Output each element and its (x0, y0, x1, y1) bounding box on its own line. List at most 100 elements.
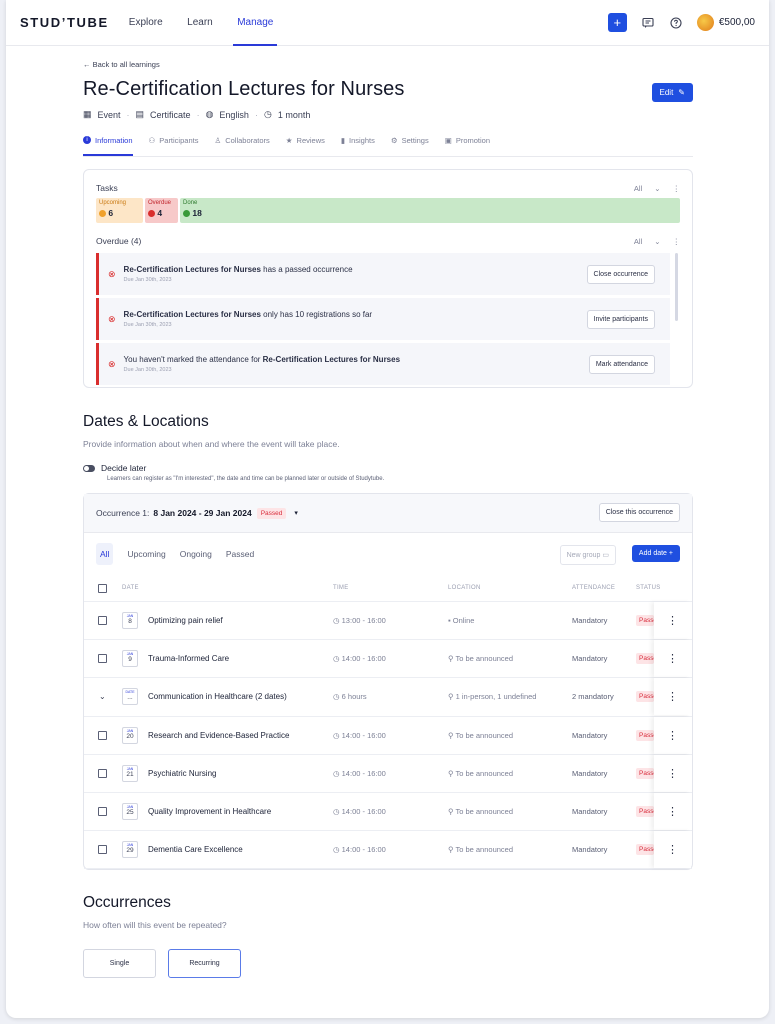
overdue-text: Re-Certification Lectures for Nurses has… (123, 265, 353, 283)
add-date-button[interactable]: Add date + (631, 545, 680, 562)
clock-icon: ◷ (333, 807, 342, 817)
table-row[interactable]: JAN 9 Trauma-Informed Care ◷ 14:00 - 16:00 ⚲… (84, 640, 692, 679)
filter-passed[interactable]: Passed (226, 549, 254, 559)
table-header: DATE TIME LOCATION ATTENDANCE STATUS (84, 575, 692, 602)
col-status: STATUS (636, 585, 661, 591)
tab-information[interactable]: i Information (83, 136, 133, 156)
tab-promotion[interactable]: ▣ Promotion (445, 136, 490, 156)
tab-label: Settings (401, 136, 429, 145)
filter-all[interactable]: All (96, 543, 114, 565)
due-date: Due Jan 30th, 2023 (123, 277, 172, 283)
error-circle-icon: ⊗ (108, 358, 116, 369)
session-attendance: Mandatory (572, 654, 608, 664)
row-checkbox[interactable] (98, 730, 107, 740)
table-row[interactable]: JAN 29 Dementia Care Excellence ◷ 14:00 - 1… (84, 831, 692, 870)
close-occurrence-button[interactable]: Close this occurrence (598, 503, 680, 522)
invite-participants-button[interactable]: Invite participants (586, 309, 655, 329)
app-frame: STUD’TUBE Explore Learn Manage + €500,00… (6, 0, 769, 1018)
nav-explore[interactable]: Explore (129, 0, 163, 46)
chat-icon[interactable] (641, 16, 655, 30)
table-row[interactable]: JAN 8 Optimizing pain relief ◷ 13:00 - 16:0… (84, 602, 692, 641)
top-navigation: STUD’TUBE Explore Learn Manage + €500,00 (6, 0, 769, 46)
overdue-list: ⊗ Re-Certification Lectures for Nurses h… (96, 253, 680, 385)
kebab-icon[interactable]: ⋮ (654, 640, 691, 678)
caret-down-icon[interactable]: ▾ (294, 509, 298, 517)
overdue-text: You haven't marked the attendance for Re… (123, 355, 401, 373)
session-location: ⚲ To be announced (448, 845, 514, 855)
done-segment[interactable]: Done 18 (180, 198, 680, 223)
nav-manage[interactable]: Manage (233, 0, 278, 46)
tab-reviews[interactable]: ★ Reviews (286, 136, 325, 156)
kebab-icon[interactable]: ⋮ (654, 754, 691, 792)
pin-icon: ⚲ (448, 692, 456, 702)
dates-title: Dates & Locations (83, 413, 209, 430)
create-button[interactable]: + (607, 13, 627, 32)
new-group-button[interactable]: New group ▭ (559, 545, 616, 565)
filter-ongoing[interactable]: Ongoing (180, 549, 212, 559)
recurring-option[interactable]: Recurring (168, 949, 241, 979)
kebab-icon[interactable]: ⋮ (654, 716, 691, 754)
session-time: ◷ 13:00 - 16:00 (333, 616, 386, 626)
row-checkbox[interactable] (98, 807, 107, 817)
close-occurrence-button[interactable]: Close occurrence (586, 264, 655, 284)
overdue-filter[interactable]: All ⌄ ⋮ (634, 237, 680, 246)
meta-duration: 1 month (277, 109, 311, 120)
tab-participants[interactable]: ⚇ Participants (149, 136, 199, 156)
overdue-title: Overdue (4) (96, 236, 142, 246)
tab-settings[interactable]: ⚙ Settings (391, 136, 429, 156)
edit-button[interactable]: Edit ✎ (651, 83, 693, 102)
row-checkbox[interactable] (98, 768, 107, 778)
session-attendance: Mandatory (572, 845, 608, 855)
filter-upcoming[interactable]: Upcoming (127, 549, 165, 559)
help-icon[interactable] (669, 16, 683, 30)
table-row[interactable]: JAN 21 Psychiatric Nursing ◷ 14:00 - 16:00 ⚲… (84, 754, 692, 793)
clock-icon: ◷ (333, 845, 342, 855)
session-attendance: Mandatory (572, 616, 608, 626)
session-location: ⚲ To be announced (448, 768, 514, 778)
table-row[interactable]: JAN 25 Quality Improvement in Healthcare ◷ … (84, 793, 692, 832)
mark-attendance-button[interactable]: Mark attendance (588, 354, 655, 374)
occurrences-subtitle: How often will this event be repeated? (83, 920, 227, 931)
dates-subtitle: Provide information about when and where… (83, 439, 340, 449)
tasks-filter[interactable]: All ⌄ ⋮ (634, 184, 680, 193)
kebab-icon[interactable]: ⋮ (654, 831, 691, 869)
session-attendance: Mandatory (572, 768, 608, 778)
tab-collaborators[interactable]: ♙ Collaborators (214, 136, 269, 156)
session-attendance: Mandatory (572, 807, 608, 817)
info-icon: i (83, 136, 91, 144)
kebab-icon[interactable]: ⋮ (673, 237, 681, 246)
decide-later-toggle[interactable] (83, 465, 95, 473)
back-link[interactable]: ← Back to all learnings (83, 60, 693, 69)
error-circle-icon: ⊗ (108, 268, 116, 279)
chevron-down-icon[interactable]: ⌄ (99, 692, 106, 701)
tab-insights[interactable]: ▮ Insights (341, 136, 375, 156)
status-badge: Passed (636, 729, 654, 741)
kebab-icon[interactable]: ⋮ (673, 184, 681, 193)
table-row[interactable]: ⌄ DATE... Communication in Healthcare (2 d… (84, 678, 692, 717)
session-name: Dementia Care Excellence (148, 845, 243, 855)
session-location: ⚲ To be announced (448, 730, 514, 740)
table-row[interactable]: JAN 20 Research and Evidence-Based Practic… (84, 716, 692, 755)
scrollbar[interactable] (675, 253, 678, 321)
tab-label: Participants (159, 136, 199, 145)
bar-chart-icon: ▮ (340, 136, 346, 145)
overdue-segment[interactable]: Overdue 4 (145, 198, 178, 223)
nav-learn[interactable]: Learn (187, 0, 213, 46)
overdue-item: ⊗ You haven't marked the attendance for … (96, 343, 670, 385)
date-filter-tabs: All Upcoming Ongoing Passed New group ▭ … (84, 533, 692, 575)
row-checkbox[interactable] (98, 845, 107, 855)
row-checkbox[interactable] (98, 616, 107, 626)
session-name: Communication in Healthcare (2 dates) (148, 692, 287, 702)
upcoming-segment[interactable]: Upcoming 6 (96, 198, 143, 223)
single-option[interactable]: Single (83, 949, 156, 979)
date-badge: JAN 20 (122, 726, 138, 744)
kebab-icon[interactable]: ⋮ (654, 793, 691, 831)
row-checkbox[interactable] (98, 654, 107, 664)
segment-label: Overdue (148, 200, 172, 206)
kebab-icon[interactable]: ⋮ (654, 678, 691, 716)
session-name: Research and Evidence-Based Practice (148, 730, 290, 740)
kebab-icon[interactable]: ⋮ (654, 602, 691, 640)
wallet[interactable]: €500,00 (696, 14, 755, 31)
clock-icon: ◷ (333, 654, 342, 664)
select-all-checkbox[interactable] (98, 583, 107, 593)
